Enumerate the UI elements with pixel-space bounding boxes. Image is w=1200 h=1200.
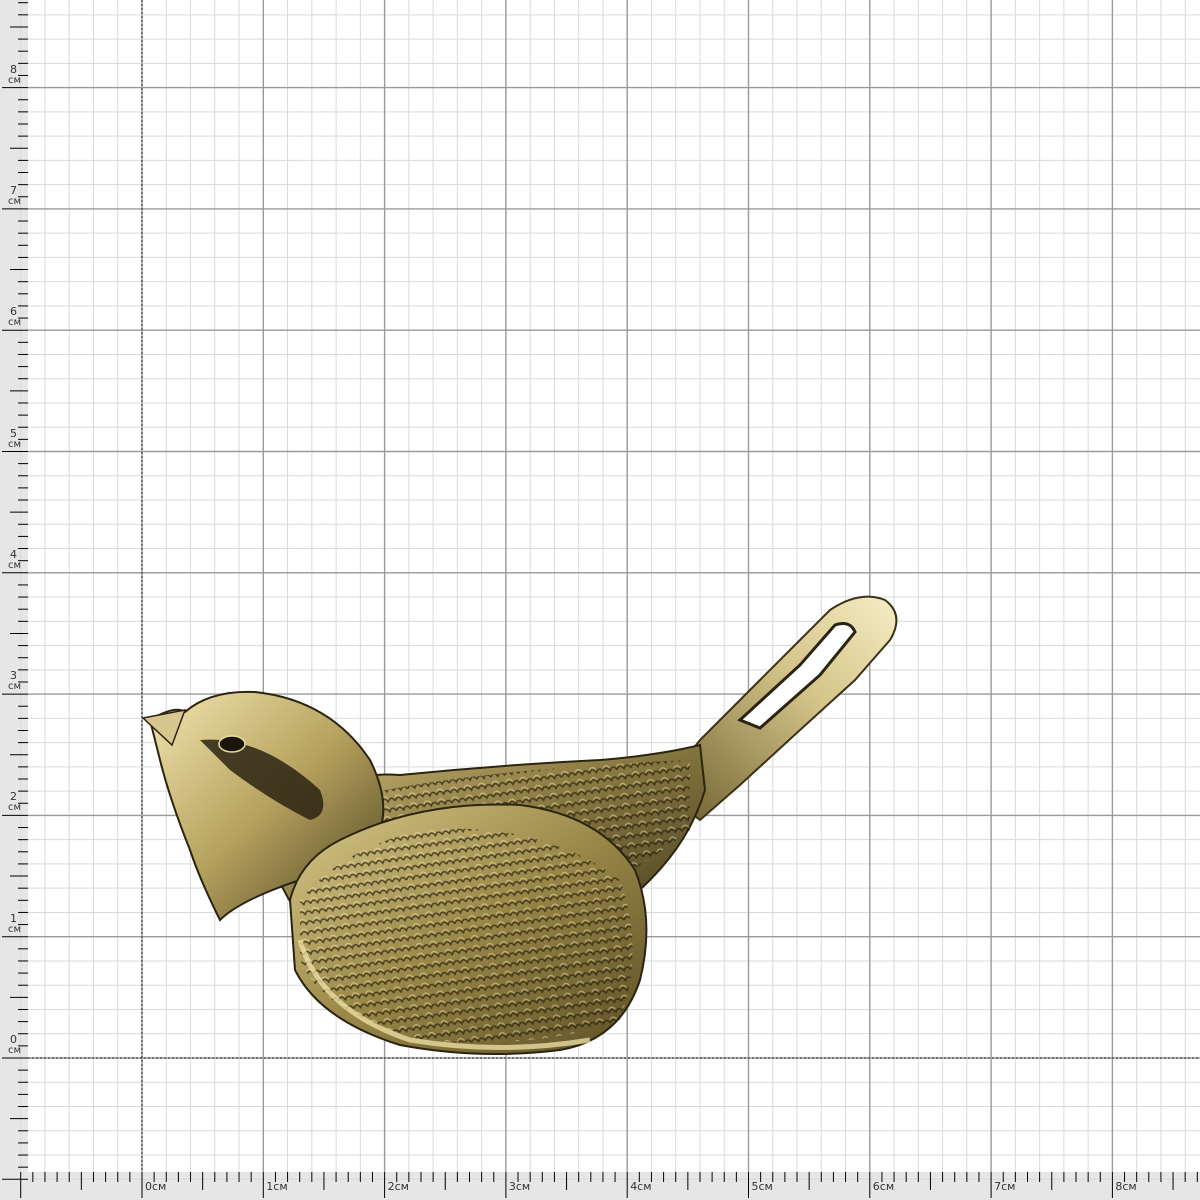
bird-eye <box>218 735 246 753</box>
bird-figurine-icon <box>141 595 898 1055</box>
measurement-grid-photo: 8 см 7 см 6 см 5 см 4 см 3 см 2 см 1 см 0 см 0см 1см 2см 3см… <box>0 0 1200 1200</box>
